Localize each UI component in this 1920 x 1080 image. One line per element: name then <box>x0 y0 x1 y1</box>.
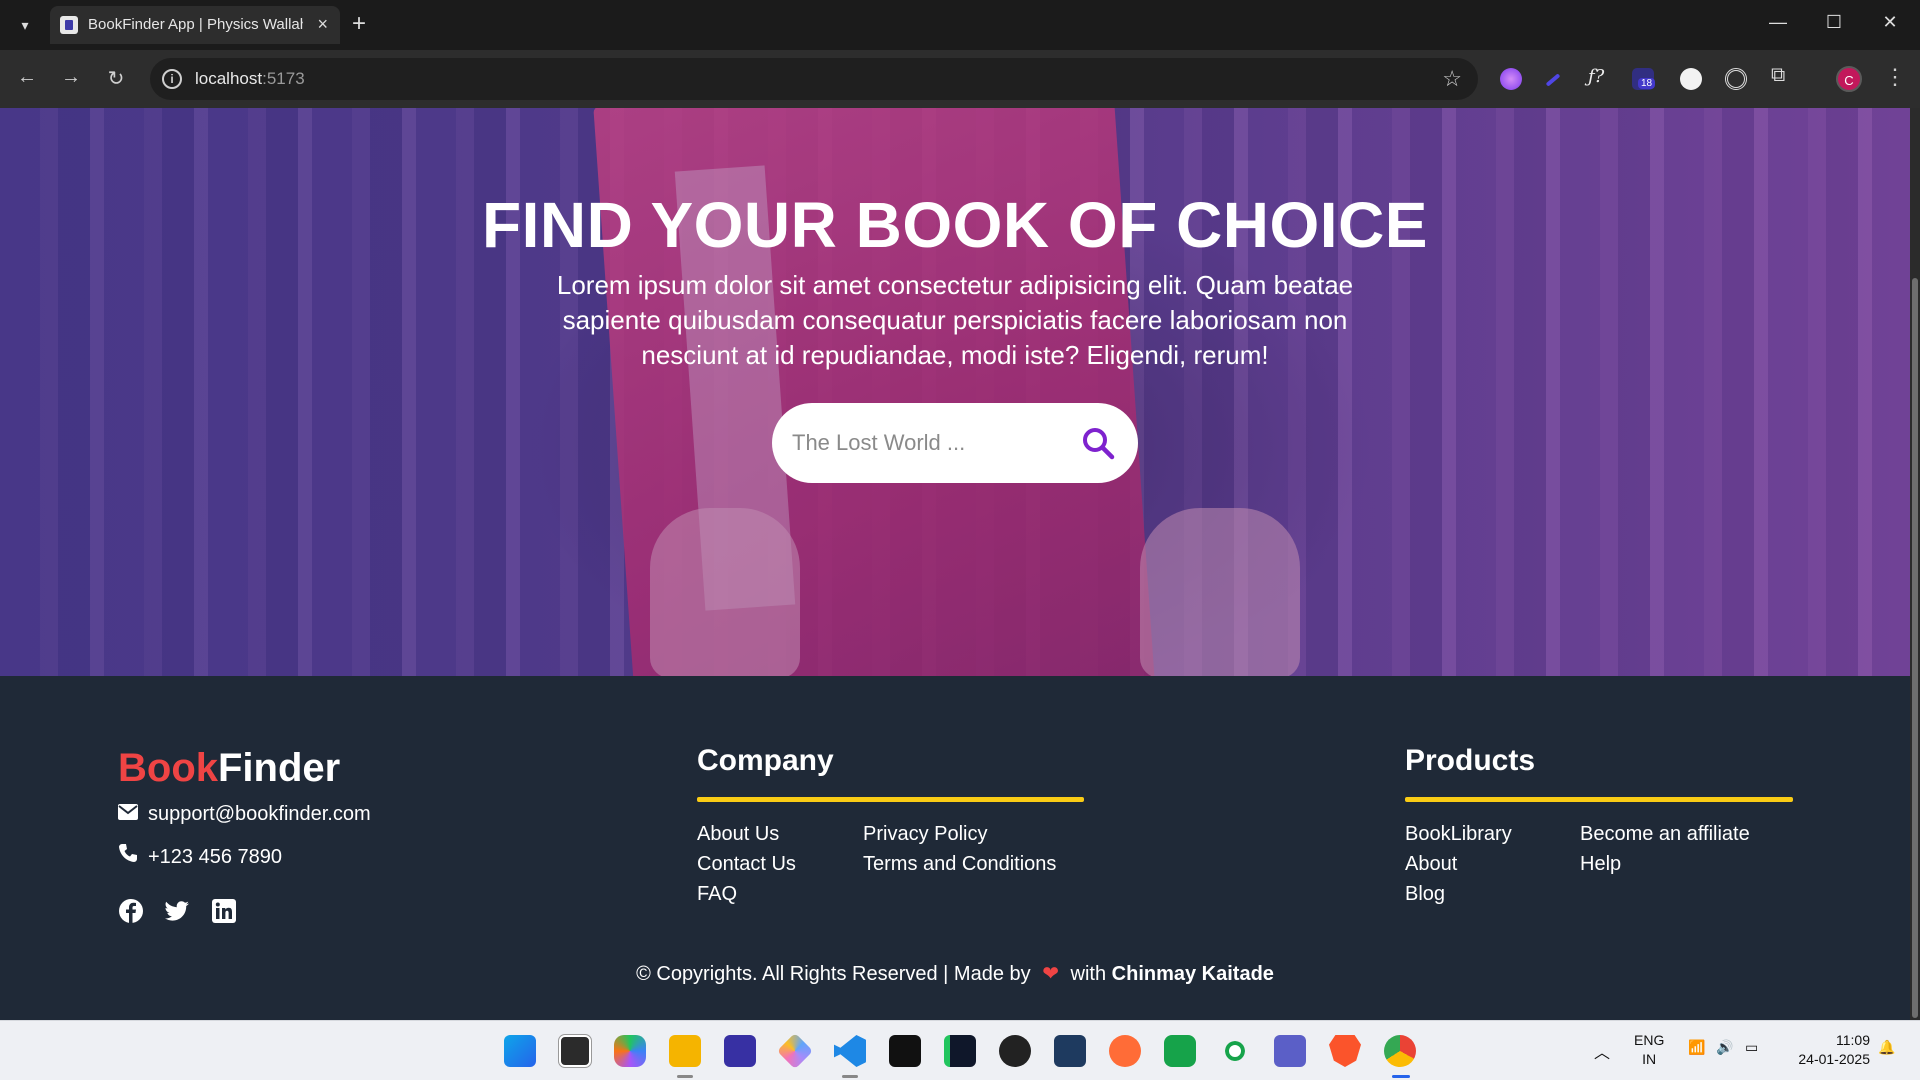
volume-icon[interactable]: 🔊 <box>1716 1039 1733 1056</box>
phone-icon <box>118 843 138 869</box>
reload-icon[interactable]: ↻ <box>103 66 129 91</box>
search-icon[interactable] <box>1080 425 1116 461</box>
envelope-icon <box>118 803 138 826</box>
footer-link-booklibrary[interactable]: BookLibrary <box>1405 823 1512 846</box>
maximize-button[interactable]: ☐ <box>1822 12 1846 33</box>
browser-menu-icon[interactable]: ⋮ <box>1884 64 1906 90</box>
new-tab-button[interactable]: + <box>352 10 366 38</box>
tab-close-icon[interactable]: × <box>317 14 328 34</box>
footer-link-help[interactable]: Help <box>1580 853 1621 876</box>
app-icon-2[interactable] <box>889 1035 921 1067</box>
social-links <box>118 898 253 924</box>
app-icon-3[interactable] <box>944 1035 976 1067</box>
chrome-icon[interactable] <box>1384 1035 1416 1067</box>
bookmark-star-icon[interactable]: ☆ <box>1442 66 1462 92</box>
extension-icon[interactable] <box>1500 68 1522 90</box>
phone-text: +123 456 7890 <box>148 846 283 868</box>
language-indicator[interactable]: ENG IN <box>1634 1031 1664 1069</box>
facebook-icon[interactable] <box>118 898 144 924</box>
company-heading: Company <box>697 744 834 777</box>
profile-avatar[interactable]: C <box>1836 66 1862 92</box>
heart-icon: ❤ <box>1042 963 1059 985</box>
site-footer: BookFinder support@bookfinder.com +123 4… <box>0 676 1910 1020</box>
forward-arrow-icon[interactable]: → <box>58 66 84 89</box>
minimize-button[interactable]: — <box>1766 12 1790 33</box>
notification-bell-icon[interactable]: 🔔 <box>1878 1039 1895 1056</box>
show-hidden-icons-chevron-icon[interactable]: ︿ <box>1594 1039 1610 1063</box>
footer-link-terms[interactable]: Terms and Conditions <box>863 853 1056 876</box>
task-view-icon[interactable] <box>558 1034 592 1068</box>
products-heading: Products <box>1405 744 1536 777</box>
company-underline <box>697 797 1084 802</box>
chrome-active-indicator <box>1392 1075 1410 1078</box>
twitter-icon[interactable] <box>164 898 190 924</box>
circle-extension-icon[interactable] <box>1680 68 1702 90</box>
footer-link-privacy-policy[interactable]: Privacy Policy <box>863 823 987 846</box>
wifi-icon[interactable]: 📶 <box>1688 1039 1705 1056</box>
hero-description: Lorem ipsum dolor sit amet consectetur a… <box>556 270 1354 370</box>
brave-icon[interactable] <box>1329 1035 1361 1067</box>
battery-icon[interactable]: ▭ <box>1745 1039 1758 1056</box>
site-info-icon[interactable]: i <box>162 69 182 89</box>
footer-brand-logo[interactable]: BookFinder <box>118 746 340 791</box>
windows-taskbar: ︿ ENG IN 📶 🔊 ▭ 11:09 24-01-2025 🔔 <box>0 1020 1920 1080</box>
pen-extension-icon[interactable] <box>1545 73 1561 87</box>
email-text: support@bookfinder.com <box>148 803 371 825</box>
footer-link-faq[interactable]: FAQ <box>697 883 737 906</box>
copilot-icon[interactable] <box>614 1035 646 1067</box>
footer-link-blog[interactable]: Blog <box>1405 883 1445 906</box>
tab-search-chevron-icon[interactable]: ▾ <box>14 14 36 36</box>
formula-extension-icon[interactable]: ƒ? <box>1588 66 1610 88</box>
browser-tab[interactable]: BookFinder App | Physics Wallah × <box>50 6 340 44</box>
hero-section: FIND YOUR BOOK OF CHOICE Lorem ipsum dol… <box>0 108 1910 676</box>
address-bar[interactable]: i localhost:5173 ☆ <box>150 58 1478 100</box>
footer-link-about[interactable]: About <box>1405 853 1457 876</box>
browser-tab-strip: ▾ BookFinder App | Physics Wallah × + — … <box>0 0 1920 50</box>
hero-heading: FIND YOUR BOOK OF CHOICE <box>482 189 1428 261</box>
scrollbar-thumb[interactable] <box>1912 278 1918 1018</box>
favicon-icon <box>60 16 78 34</box>
contact-phone[interactable]: +123 456 7890 <box>118 843 282 869</box>
browser-toolbar: ← → ↻ i localhost:5173 ☆ ƒ? 18 ⧉ C ⋮ <box>0 50 1920 108</box>
tab-title: BookFinder App | Physics Wallah <box>88 16 303 33</box>
file-explorer-icon[interactable] <box>669 1035 701 1067</box>
author-name[interactable]: Chinmay Kaitade <box>1112 963 1274 985</box>
puzzle-extensions-icon[interactable]: ⧉ <box>1771 64 1793 86</box>
start-windows-icon[interactable] <box>504 1035 536 1067</box>
linkedin-icon[interactable] <box>211 898 237 924</box>
search-bar <box>772 403 1138 483</box>
mongodb-icon[interactable] <box>1219 1035 1251 1067</box>
badge-extension-icon[interactable]: 18 <box>1632 68 1656 90</box>
postman-icon[interactable] <box>1109 1035 1141 1067</box>
footer-link-contact-us[interactable]: Contact Us <box>697 853 796 876</box>
file-explorer-active-indicator <box>677 1075 693 1078</box>
clock[interactable]: 11:09 24-01-2025 <box>1780 1031 1870 1069</box>
page-scrollbar[interactable] <box>1910 108 1920 1020</box>
extension-badge: 18 <box>1638 78 1656 89</box>
target-extension-icon[interactable] <box>1725 68 1747 90</box>
url-text: localhost:5173 <box>195 69 305 88</box>
footer-link-affiliate[interactable]: Become an affiliate <box>1580 823 1750 846</box>
git-app-icon[interactable] <box>776 1032 814 1070</box>
contact-email[interactable]: support@bookfinder.com <box>118 803 371 826</box>
close-window-button[interactable]: ✕ <box>1878 12 1902 33</box>
web-page: FIND YOUR BOOK OF CHOICE Lorem ipsum dol… <box>0 108 1910 1020</box>
app-icon-4[interactable] <box>1164 1035 1196 1067</box>
products-underline <box>1405 797 1793 802</box>
teams-icon[interactable] <box>1274 1035 1306 1067</box>
vscode-icon[interactable] <box>834 1035 866 1067</box>
app-icon-1[interactable] <box>724 1035 756 1067</box>
back-arrow-icon[interactable]: ← <box>14 66 40 89</box>
mysql-icon[interactable] <box>1054 1035 1086 1067</box>
copyright-text: © Copyrights. All Rights Reserved | Made… <box>636 963 1274 985</box>
footer-link-about-us[interactable]: About Us <box>697 823 779 846</box>
vscode-active-indicator <box>842 1075 858 1078</box>
search-input[interactable] <box>792 423 1062 463</box>
obs-icon[interactable] <box>999 1035 1031 1067</box>
